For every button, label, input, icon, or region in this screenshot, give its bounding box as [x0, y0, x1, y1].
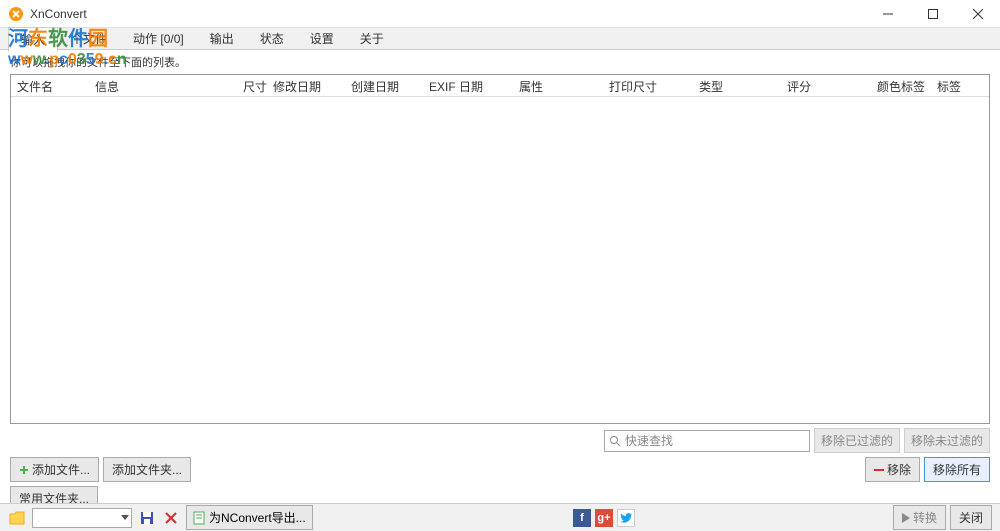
chevron-down-icon: [121, 515, 129, 521]
window-controls: [865, 0, 1000, 27]
titlebar: XnConvert: [0, 0, 1000, 28]
plus-icon: [19, 465, 29, 475]
file-list-body[interactable]: [11, 97, 989, 423]
action-row-1: 添加文件... 添加文件夹... 移除 移除所有: [0, 455, 1000, 484]
app-icon: [8, 6, 24, 22]
add-files-button[interactable]: 添加文件...: [10, 457, 99, 482]
close-app-button[interactable]: 关闭: [950, 505, 992, 530]
column-color-label[interactable]: 颜色标签: [871, 75, 931, 96]
twitter-icon[interactable]: [617, 509, 635, 527]
close-button[interactable]: [955, 0, 1000, 27]
file-list-panel: 文件名 信息 尺寸 修改日期 创建日期 EXIF 日期 属性 打印尺寸 类型 评…: [10, 74, 990, 424]
tab-files[interactable]: 个文件: [58, 26, 120, 51]
column-size[interactable]: 尺寸: [237, 75, 267, 96]
minimize-button[interactable]: [865, 0, 910, 27]
table-header: 文件名 信息 尺寸 修改日期 创建日期 EXIF 日期 属性 打印尺寸 类型 评…: [11, 75, 989, 97]
remove-all-button[interactable]: 移除所有: [924, 457, 990, 482]
column-rating[interactable]: 评分: [781, 75, 871, 96]
tab-about[interactable]: 关于: [347, 26, 397, 51]
search-placeholder: 快速查找: [625, 432, 673, 449]
search-icon: [609, 435, 621, 447]
column-attributes[interactable]: 属性: [513, 75, 603, 96]
delete-icon[interactable]: [162, 509, 180, 527]
tab-output[interactable]: 输出: [197, 26, 247, 51]
tab-bar: 输入 个文件 动作 [0/0] 输出 状态 设置 关于: [0, 28, 1000, 50]
column-print-size[interactable]: 打印尺寸: [603, 75, 693, 96]
tab-status[interactable]: 状态: [247, 26, 297, 51]
script-icon: [193, 511, 205, 525]
column-label[interactable]: 标签: [931, 75, 971, 96]
remove-filtered-button[interactable]: 移除已过滤的: [814, 428, 900, 453]
preset-dropdown[interactable]: [32, 508, 132, 528]
bottom-bar: 为NConvert导出... f g+ 转换 关闭: [0, 503, 1000, 531]
googleplus-icon[interactable]: g+: [595, 509, 613, 527]
minus-icon: [874, 467, 884, 473]
window-title: XnConvert: [30, 7, 865, 21]
save-icon[interactable]: [138, 509, 156, 527]
add-folder-button[interactable]: 添加文件夹...: [103, 457, 191, 482]
folder-icon[interactable]: [8, 509, 26, 527]
tab-settings[interactable]: 设置: [297, 26, 347, 51]
tab-input[interactable]: 输入: [8, 27, 58, 52]
maximize-button[interactable]: [910, 0, 955, 27]
convert-button[interactable]: 转换: [893, 505, 946, 530]
facebook-icon[interactable]: f: [573, 509, 591, 527]
column-filename[interactable]: 文件名: [11, 75, 89, 96]
play-icon: [902, 513, 910, 523]
column-exif-date[interactable]: EXIF 日期: [423, 75, 513, 96]
tab-actions[interactable]: 动作 [0/0]: [120, 26, 197, 51]
search-input[interactable]: 快速查找: [604, 430, 810, 452]
filter-row: 快速查找 移除已过滤的 移除未过滤的: [0, 424, 1000, 455]
column-type[interactable]: 类型: [693, 75, 781, 96]
export-nconvert-button[interactable]: 为NConvert导出...: [186, 505, 313, 530]
column-created[interactable]: 创建日期: [345, 75, 423, 96]
remove-button[interactable]: 移除: [865, 457, 920, 482]
column-info[interactable]: 信息: [89, 75, 237, 96]
column-modified[interactable]: 修改日期: [267, 75, 345, 96]
remove-unfiltered-button[interactable]: 移除未过滤的: [904, 428, 990, 453]
drag-hint: 你可以拖拽你的文件至下面的列表。: [0, 50, 1000, 74]
